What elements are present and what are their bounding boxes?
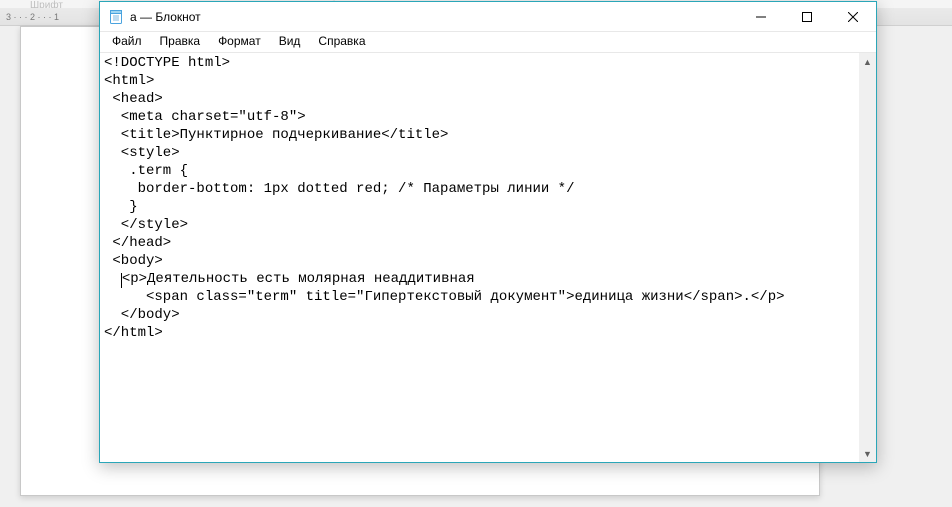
menu-edit[interactable]: Правка [152,33,209,49]
notepad-window: a — Блокнот Файл Правка Формат Вид Справ… [99,1,877,463]
vertical-scrollbar[interactable]: ▲ ▼ [859,53,876,462]
titlebar[interactable]: a — Блокнот [100,2,876,32]
close-button[interactable] [830,2,876,32]
menu-file[interactable]: Файл [104,33,150,49]
minimize-button[interactable] [738,2,784,32]
text-caret [121,273,122,288]
text-area[interactable]: <!DOCTYPE html><html> <head> <meta chars… [100,53,859,462]
scroll-up-icon[interactable]: ▲ [859,53,876,70]
window-title: a — Блокнот [130,10,201,24]
menubar: Файл Правка Формат Вид Справка [100,32,876,52]
maximize-button[interactable] [784,2,830,32]
menu-help[interactable]: Справка [310,33,373,49]
menu-format[interactable]: Формат [210,33,269,49]
ribbon-label: Шрифт [30,0,63,8]
editor-body: <!DOCTYPE html><html> <head> <meta chars… [100,52,876,462]
ruler-marks: 3 · · · 2 · · · 1 [6,12,59,22]
scroll-down-icon[interactable]: ▼ [859,445,876,462]
notepad-icon [108,9,124,25]
menu-view[interactable]: Вид [271,33,309,49]
